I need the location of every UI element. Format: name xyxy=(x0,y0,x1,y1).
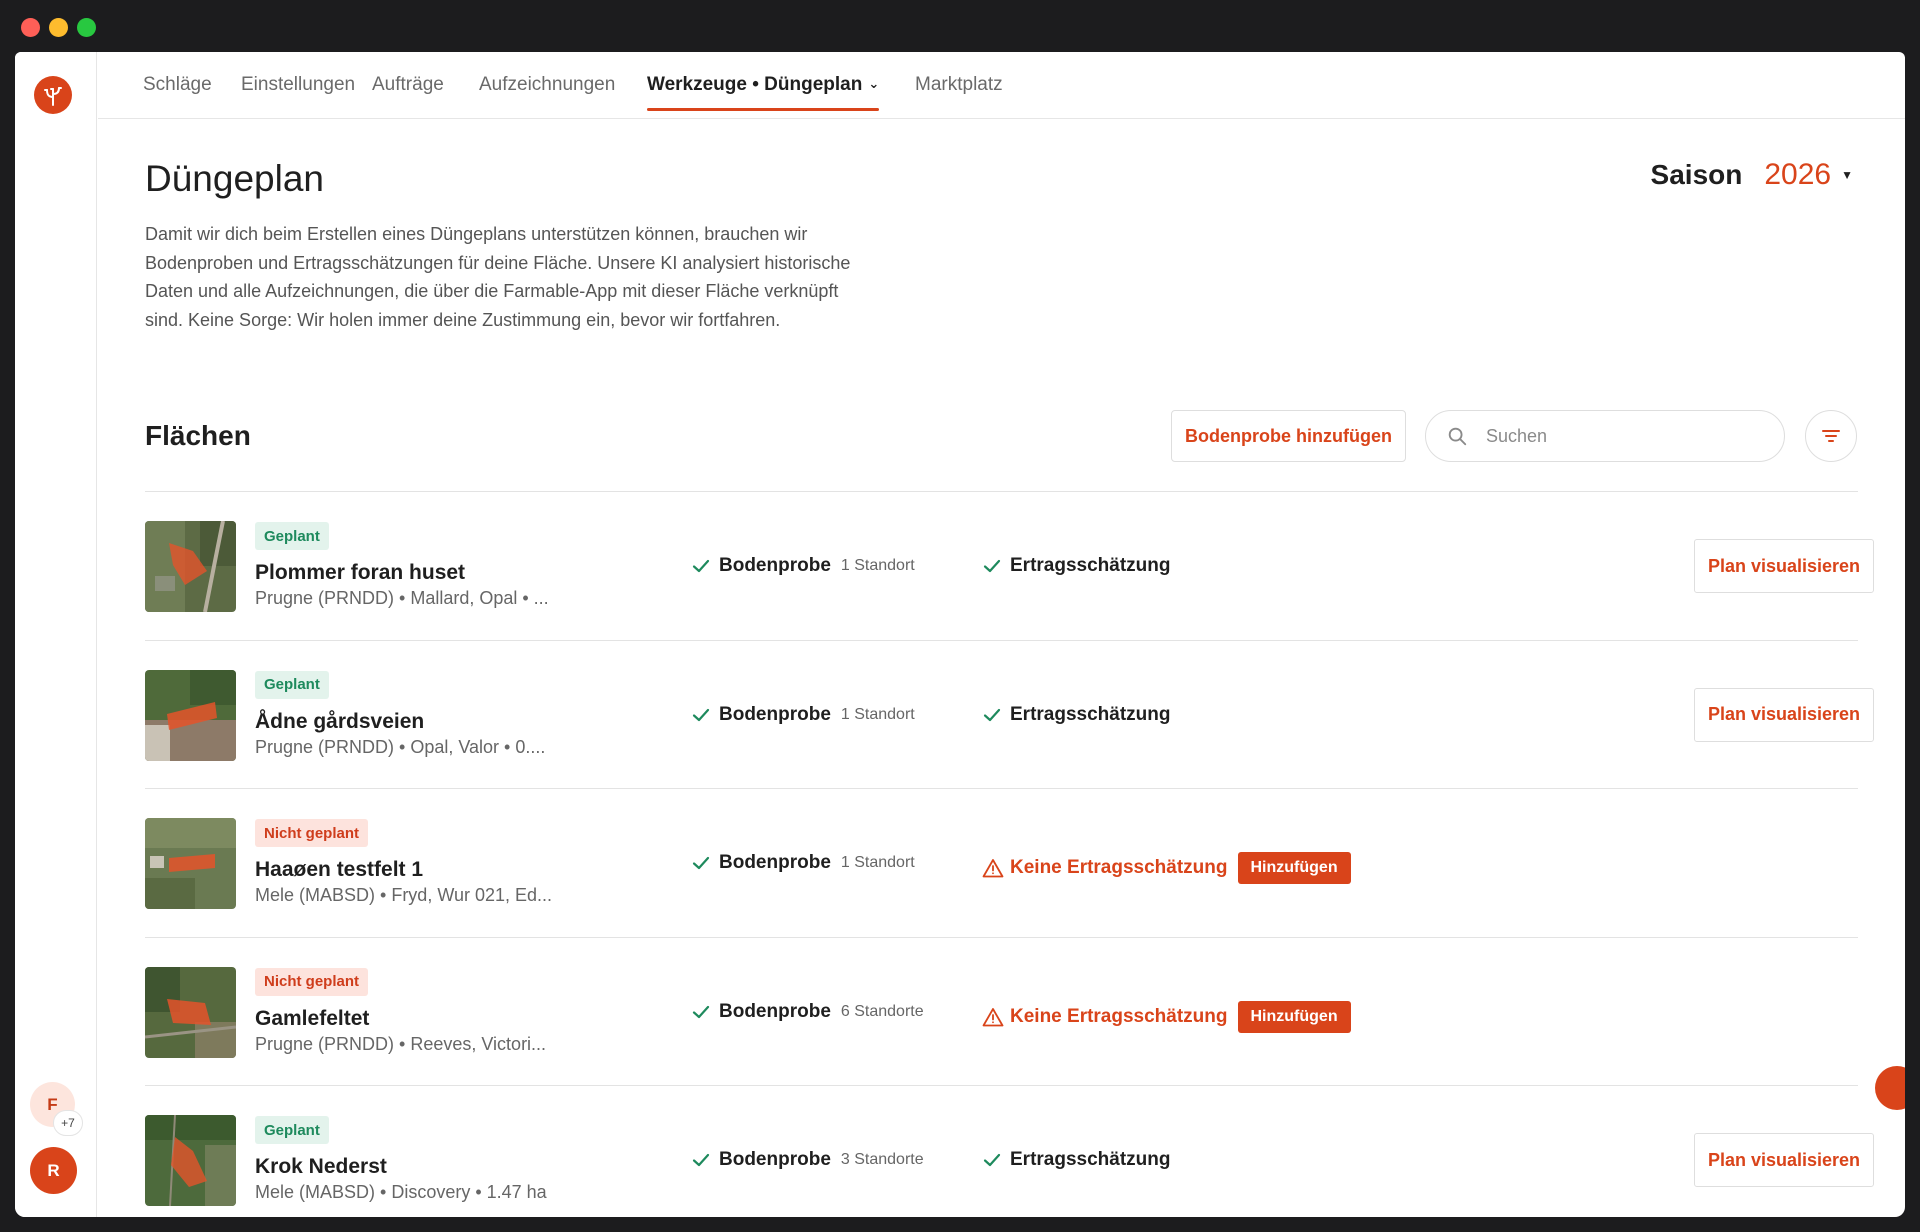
status-badge: Geplant xyxy=(255,1116,329,1144)
chevron-down-icon: ⌄ xyxy=(868,76,880,91)
soil-sample-status: Bodenprobe 1 Standort xyxy=(691,555,915,577)
add-yield-estimate-button[interactable]: Hinzufügen xyxy=(1237,1000,1351,1033)
soil-sample-status: Bodenprobe 1 Standort xyxy=(691,704,915,726)
tab-werkzeuge-duengeplan[interactable]: Werkzeuge • Düngeplan ⌄ xyxy=(647,74,880,119)
fields-section-title: Flächen xyxy=(145,420,251,451)
soil-sample-status: Bodenprobe 1 Standort xyxy=(691,852,915,874)
tab-einstellungen[interactable]: Einstellungen xyxy=(241,74,355,119)
yield-estimate-status: Ertragsschätzung xyxy=(982,1149,1170,1171)
tab-werkzeuge-label: Werkzeuge • Düngeplan xyxy=(647,74,863,95)
app-logo-icon[interactable] xyxy=(34,76,72,114)
soil-sample-label: Bodenprobe xyxy=(719,703,831,725)
window-titlebar xyxy=(0,0,1920,52)
visualize-plan-button[interactable]: Plan visualisieren xyxy=(1694,539,1874,593)
search-icon xyxy=(1448,427,1467,446)
check-icon xyxy=(692,1005,710,1018)
filter-button[interactable] xyxy=(1805,410,1857,462)
soil-sample-status: Bodenprobe 3 Standorte xyxy=(691,1149,924,1171)
soil-sample-status: Bodenprobe 6 Standorte xyxy=(691,1001,924,1023)
minimize-window-button[interactable] xyxy=(49,18,68,37)
page-description: Damit wir dich beim Erstellen eines Düng… xyxy=(145,224,851,330)
fields-list: Geplant Plommer foran huset Prugne (PRND… xyxy=(145,491,1874,1217)
field-name[interactable]: Ådne gårdsveien xyxy=(255,710,424,734)
field-thumbnail xyxy=(145,521,236,612)
maximize-window-button[interactable] xyxy=(77,18,96,37)
field-row[interactable]: Geplant Ådne gårdsveien Prugne (PRNDD) •… xyxy=(145,639,1874,789)
tab-schlaege[interactable]: Schläge xyxy=(143,74,212,119)
field-crop-info: Prugne (PRNDD) • Reeves, Victori... xyxy=(255,1033,547,1054)
check-icon xyxy=(692,1153,710,1167)
page-title: Düngeplan xyxy=(145,158,324,199)
check-icon xyxy=(692,856,710,870)
soil-sample-count: 6 Standorte xyxy=(840,1002,924,1020)
filter-icon xyxy=(1822,430,1840,442)
soil-sample-count: 1 Standort xyxy=(840,854,915,871)
soil-sample-count: 1 Standort xyxy=(840,557,915,574)
yield-estimate-status: Keine Ertragsschätzung Hinzufügen xyxy=(982,1000,1351,1033)
tab-marktplatz[interactable]: Marktplatz xyxy=(915,74,1003,119)
soil-sample-label: Bodenprobe xyxy=(719,1149,831,1170)
field-crop-info: Mele (MABSD) • Fryd, Wur 021, Ed... xyxy=(255,885,553,905)
avatar-more-count[interactable]: +7 xyxy=(53,1110,83,1136)
top-navigation: Schläge Einstellungen Aufträge Aufzeichn… xyxy=(98,52,1905,119)
field-row[interactable]: Geplant Plommer foran huset Prugne (PRND… xyxy=(145,491,1874,640)
search-input[interactable] xyxy=(1486,425,1736,447)
soil-sample-label: Bodenprobe xyxy=(719,1000,831,1022)
check-icon xyxy=(983,1153,1001,1167)
avatar-user[interactable]: R xyxy=(30,1147,77,1194)
yield-estimate-label: Ertragsschätzung xyxy=(1010,555,1171,576)
field-name[interactable]: Gamlefeltet xyxy=(255,1007,369,1031)
status-badge: Geplant xyxy=(255,670,329,699)
add-yield-estimate-button[interactable]: Hinzufügen xyxy=(1237,852,1351,884)
status-badge: Geplant xyxy=(255,522,329,550)
status-badge: Nicht geplant xyxy=(255,819,369,847)
field-name[interactable]: Plommer foran huset xyxy=(255,561,465,585)
search-box xyxy=(1425,410,1785,462)
sidebar: F +7 R xyxy=(15,52,97,1217)
visualize-plan-button[interactable]: Plan visualisieren xyxy=(1694,687,1874,742)
season-label: Saison xyxy=(1650,159,1743,190)
warning-icon xyxy=(982,1007,1004,1026)
soil-sample-label: Bodenprobe xyxy=(719,852,831,873)
app-window: F +7 R Schläge Einstellungen Aufträge Au… xyxy=(15,52,1905,1217)
field-name[interactable]: Haaøen testfelt 1 xyxy=(255,858,423,882)
check-icon xyxy=(983,708,1001,721)
yield-estimate-missing-label: Keine Ertragsschätzung xyxy=(1010,1005,1228,1027)
field-crop-info: Prugne (PRNDD) • Mallard, Opal • ... xyxy=(255,588,549,608)
field-crop-info: Mele (MABSD) • Discovery • 1.47 ha xyxy=(255,1182,547,1202)
yield-estimate-status: Keine Ertragsschätzung Hinzufügen xyxy=(982,852,1351,884)
field-thumbnail xyxy=(145,669,236,761)
soil-sample-count: 3 Standorte xyxy=(840,1151,924,1168)
season-year: 2026 xyxy=(1764,158,1832,191)
field-thumbnail xyxy=(145,818,236,909)
field-thumbnail xyxy=(145,966,236,1058)
field-row[interactable]: Nicht geplant Gamlefeltet Prugne (PRNDD)… xyxy=(145,936,1858,1086)
close-window-button[interactable] xyxy=(21,18,40,37)
season-selector[interactable]: Saison 2026 ▼ xyxy=(1651,158,1853,192)
status-badge: Nicht geplant xyxy=(255,967,369,996)
check-icon xyxy=(692,559,710,573)
add-soil-sample-button[interactable]: Bodenprobe hinzufügen xyxy=(1171,410,1406,462)
yield-estimate-label: Ertragsschätzung xyxy=(1010,703,1171,725)
soil-sample-label: Bodenprobe xyxy=(719,555,831,576)
visualize-plan-button[interactable]: Plan visualisieren xyxy=(1694,1133,1874,1187)
chat-support-icon[interactable] xyxy=(1875,1066,1905,1110)
field-crop-info: Prugne (PRNDD) • Opal, Valor • 0.... xyxy=(255,736,546,757)
caret-down-icon: ▼ xyxy=(1841,168,1853,182)
tab-auftraege[interactable]: Aufträge xyxy=(372,74,444,119)
yield-estimate-missing-label: Keine Ertragsschätzung xyxy=(1010,857,1228,878)
warning-icon xyxy=(982,859,1004,878)
field-name[interactable]: Krok Nederst xyxy=(255,1155,387,1179)
tab-aufzeichnungen[interactable]: Aufzeichnungen xyxy=(479,74,615,119)
yield-estimate-label: Ertragsschätzung xyxy=(1010,1149,1171,1170)
field-row[interactable]: Geplant Krok Nederst Mele (MABSD) • Disc… xyxy=(145,1085,1874,1217)
yield-estimate-status: Ertragsschätzung xyxy=(982,555,1170,577)
yield-estimate-status: Ertragsschätzung xyxy=(982,704,1170,726)
field-row[interactable]: Nicht geplant Haaøen testfelt 1 Mele (MA… xyxy=(145,788,1858,937)
check-icon xyxy=(692,708,710,721)
field-thumbnail xyxy=(145,1115,236,1206)
check-icon xyxy=(983,559,1001,573)
soil-sample-count: 1 Standort xyxy=(840,705,915,723)
